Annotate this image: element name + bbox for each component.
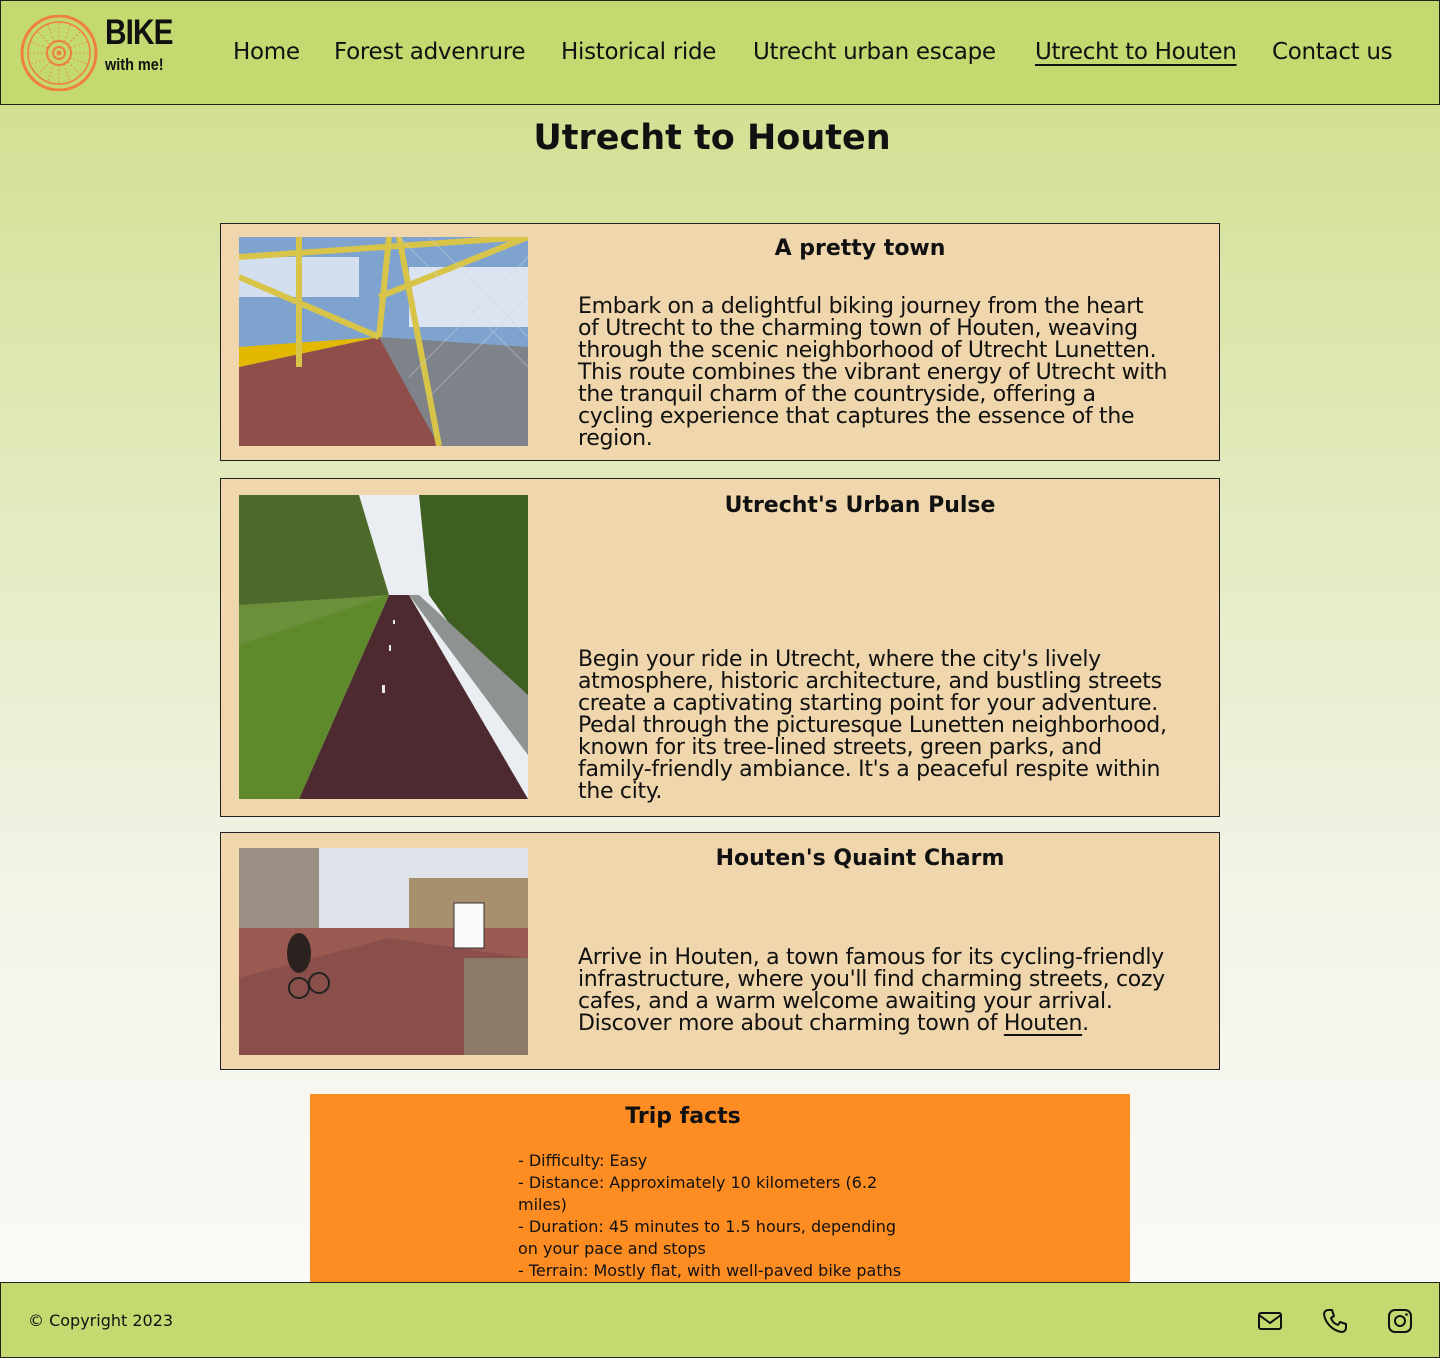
brand-name: BIKE	[105, 13, 174, 52]
nav-utrecht-to-houten[interactable]: Utrecht to Houten	[1035, 39, 1237, 65]
fact-duration: - Duration: 45 minutes to 1.5 hours, dep…	[518, 1217, 896, 1258]
card-title: Utrecht's Urban Pulse	[724, 493, 996, 518]
nav-historical-ride[interactable]: Historical ride	[561, 39, 716, 65]
mail-icon[interactable]	[1256, 1307, 1284, 1335]
fact-terrain: - Terrain: Mostly flat, with well-paved …	[518, 1261, 902, 1280]
instagram-icon[interactable]	[1386, 1307, 1414, 1335]
trip-facts-panel: Trip facts - Difficulty: Easy - Distance…	[310, 1094, 1130, 1283]
card-houten-charm: Houten's Quaint Charm Arrive in Houten, …	[220, 832, 1220, 1070]
card-text-end: .	[1082, 1011, 1089, 1036]
houten-link[interactable]: Houten	[1004, 1011, 1083, 1036]
card-title: A pretty town	[774, 236, 946, 261]
card-text: Arrive in Houten, a town famous for its …	[578, 947, 1168, 1035]
card-text: Begin your ride in Utrecht, where the ci…	[578, 647, 1167, 804]
brand-wordmark: BIKE with me!	[105, 15, 185, 73]
fact-difficulty: - Difficulty: Easy	[518, 1151, 648, 1170]
card-title: Houten's Quaint Charm	[715, 846, 1005, 871]
nav-forest-adventure[interactable]: Forest advenrure	[334, 39, 526, 65]
site-footer: © Copyright 2023	[0, 1282, 1440, 1358]
phone-icon[interactable]	[1321, 1307, 1349, 1335]
nav-contact-us[interactable]: Contact us	[1272, 39, 1393, 65]
card-urban-pulse: Utrecht's Urban Pulse Begin your ride in…	[220, 478, 1220, 817]
copyright-text: © Copyright 2023	[28, 1311, 174, 1330]
trip-facts-list: - Difficulty: Easy - Distance: Approxima…	[518, 1150, 908, 1282]
card-text: Embark on a delightful biking journey fr…	[578, 294, 1168, 451]
site-header: BIKE with me! Home Forest advenrure Hist…	[0, 0, 1440, 105]
trip-facts-title: Trip facts	[625, 1104, 741, 1129]
nav-utrecht-urban-escape[interactable]: Utrecht urban escape	[753, 39, 996, 65]
bike-wheel-logo[interactable]	[19, 15, 99, 91]
houten-street-photo	[239, 848, 528, 1055]
bike-path-photo	[239, 495, 528, 799]
bridge-photo	[239, 237, 528, 446]
page-title: Utrecht to Houten	[533, 118, 891, 158]
brand-tagline: with me!	[105, 55, 164, 74]
nav-home[interactable]: Home	[233, 39, 300, 65]
card-pretty-town: A pretty town Embark on a delightful bik…	[220, 223, 1220, 461]
fact-distance: - Distance: Approximately 10 kilometers …	[518, 1173, 878, 1214]
